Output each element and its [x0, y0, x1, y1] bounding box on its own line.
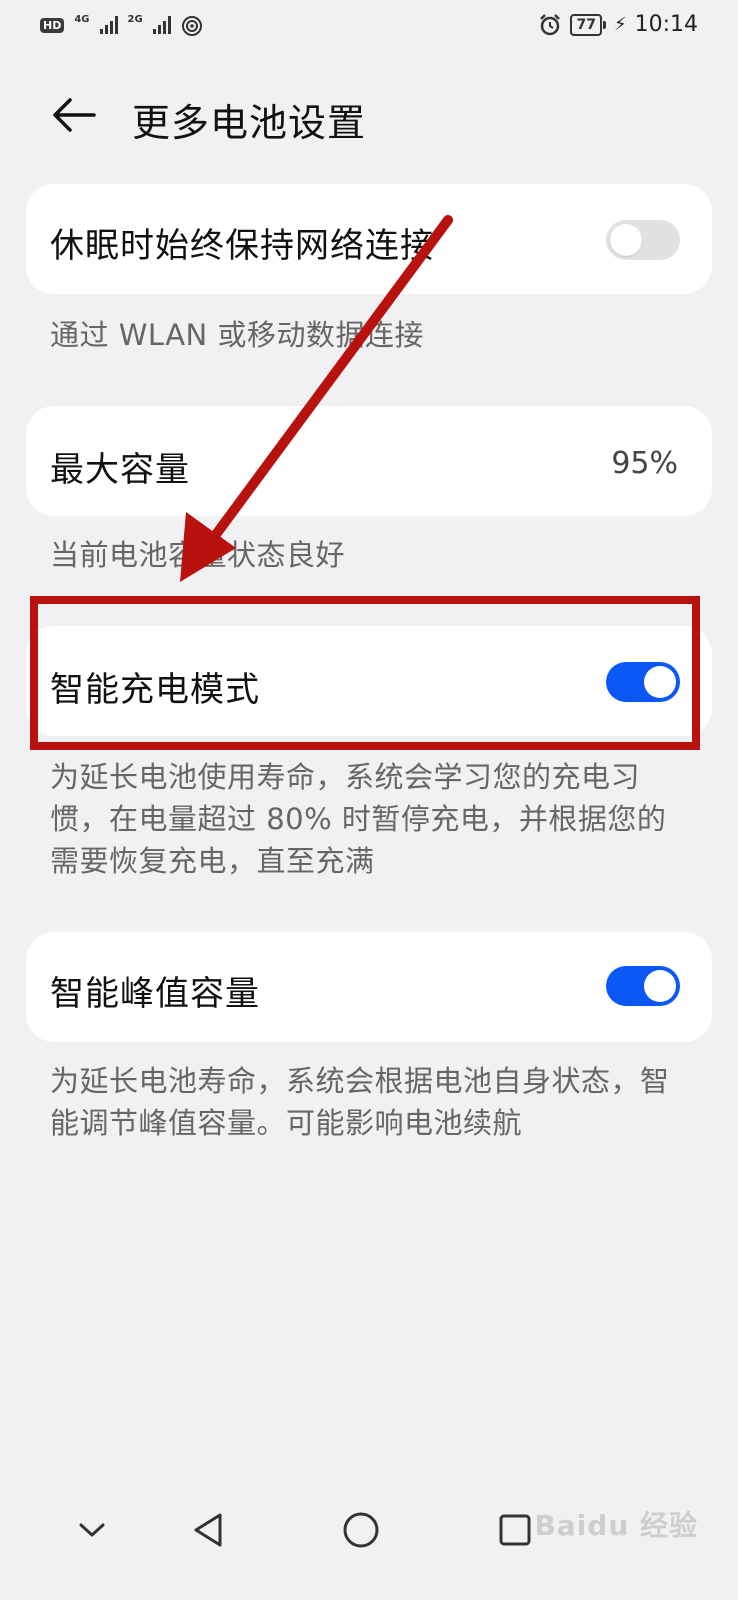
alarm-icon [540, 13, 561, 35]
baidu-watermark: Baidu 经验 [534, 1509, 698, 1542]
setting-description: 为延长电池使用寿命，系统会学习您的充电习惯，在电量超过 80% 时暂停充电，并根… [50, 760, 667, 878]
charging-icon: ⚡ [613, 14, 627, 35]
collapse-button[interactable] [64, 1502, 120, 1558]
wifi-icon [181, 16, 202, 36]
battery-level: 77 [570, 13, 602, 36]
back-arrow-icon [53, 98, 96, 132]
signal-icon [152, 16, 171, 34]
back-button[interactable] [44, 90, 104, 140]
status-time: 10:14 [634, 12, 698, 37]
sim1-network-label: 4G [74, 13, 90, 25]
setting-max-capacity[interactable]: 最大容量 95% [26, 406, 712, 516]
setting-title: 最大容量 [50, 450, 190, 490]
annotation-highlight-box [30, 596, 700, 750]
battery-icon: 77 [570, 13, 606, 36]
back-triangle-icon [194, 1513, 222, 1547]
setting-description: 为延长电池寿命，系统会根据电池自身状态，智能调节峰值容量。可能影响电池续航 [50, 1064, 670, 1140]
status-bar-right: 77 ⚡ 10:14 [538, 12, 698, 37]
page-title: 更多电池设置 [132, 101, 367, 145]
home-circle-icon [343, 1512, 379, 1548]
max-capacity-value: 95% [611, 446, 678, 481]
chevron-down-icon [79, 1523, 105, 1537]
page-header: 更多电池设置 [0, 70, 738, 160]
smart-peak-toggle[interactable] [606, 966, 680, 1006]
setting-keep-network[interactable]: 休眠时始终保持网络连接 [26, 184, 712, 294]
status-bar-left: HD 4G 2G [40, 14, 203, 36]
setting-title: 休眠时始终保持网络连接 [50, 226, 435, 266]
keep-network-toggle[interactable] [606, 220, 680, 260]
setting-smart-peak-capacity[interactable]: 智能峰值容量 [26, 932, 712, 1042]
setting-title: 智能峰值容量 [50, 974, 260, 1014]
signal-icon [99, 16, 118, 34]
nav-back-button[interactable] [180, 1502, 236, 1558]
setting-description: 通过 WLAN 或移动数据连接 [50, 318, 424, 352]
sim2-network-label: 2G [127, 13, 143, 25]
recents-square-icon [499, 1514, 531, 1546]
setting-description: 当前电池容量状态良好 [50, 538, 346, 572]
hd-icon: HD [40, 17, 65, 33]
nav-home-button[interactable] [333, 1502, 389, 1558]
status-bar: HD 4G 2G 77 ⚡ 10:14 [0, 0, 738, 56]
